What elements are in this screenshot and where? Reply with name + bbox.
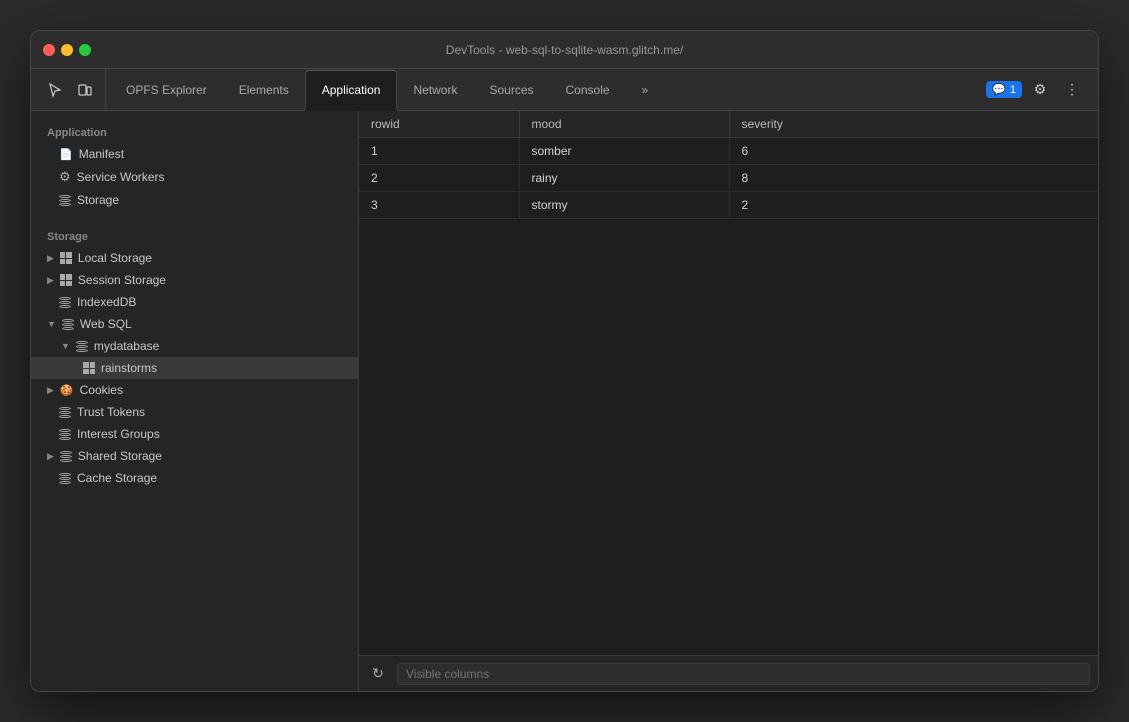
expand-arrow-mydatabase: ▼ xyxy=(61,341,70,351)
tab-elements[interactable]: Elements xyxy=(223,70,305,111)
toolbar: OPFS Explorer Elements Application Netwo… xyxy=(31,69,1098,111)
table-row[interactable]: 1somber6 xyxy=(359,138,1098,165)
db-icon xyxy=(60,451,72,462)
sidebar-item-indexeddb[interactable]: IndexedDB xyxy=(31,291,358,313)
sidebar-item-cookies[interactable]: ▶ 🍪 Cookies xyxy=(31,379,358,401)
minimize-button[interactable] xyxy=(61,44,73,56)
cell-rowid: 2 xyxy=(359,165,519,192)
refresh-button[interactable]: ↻ xyxy=(367,663,389,685)
gear-icon: ⚙ xyxy=(59,169,71,185)
bottom-bar: ↻ xyxy=(359,655,1098,691)
toolbar-tabs: OPFS Explorer Elements Application Netwo… xyxy=(110,69,978,110)
main-content: Application 📄 Manifest ⚙ Service Workers… xyxy=(31,111,1098,691)
expand-arrow-local-storage: ▶ xyxy=(47,253,54,264)
tab-opfs-explorer[interactable]: OPFS Explorer xyxy=(110,70,223,111)
db-icon xyxy=(59,473,71,484)
db-icon xyxy=(59,429,71,440)
sidebar-item-storage[interactable]: Storage xyxy=(31,189,358,211)
close-button[interactable] xyxy=(43,44,55,56)
table-icon xyxy=(60,274,72,286)
cookie-icon: 🍪 xyxy=(60,384,74,397)
refresh-icon: ↻ xyxy=(372,665,384,682)
cell-mood: rainy xyxy=(519,165,729,192)
table-icon xyxy=(60,252,72,264)
tab-application[interactable]: Application xyxy=(305,70,398,111)
gear-icon: ⚙ xyxy=(1034,81,1047,98)
sidebar-item-web-sql[interactable]: ▼ Web SQL xyxy=(31,313,358,335)
cell-severity: 8 xyxy=(729,165,1098,192)
cell-rowid: 3 xyxy=(359,192,519,219)
devtools-window: DevTools - web-sql-to-sqlite-wasm.glitch… xyxy=(30,30,1099,692)
right-panel: rowid mood severity 1somber62rainy83stor… xyxy=(359,111,1098,691)
sidebar: Application 📄 Manifest ⚙ Service Workers… xyxy=(31,111,359,691)
toolbar-left-icons xyxy=(35,69,106,110)
titlebar: DevTools - web-sql-to-sqlite-wasm.glitch… xyxy=(31,31,1098,69)
tab-more[interactable]: » xyxy=(626,70,665,111)
cell-severity: 2 xyxy=(729,192,1098,219)
db-icon xyxy=(59,297,71,308)
db-icon xyxy=(59,407,71,418)
expand-arrow-web-sql: ▼ xyxy=(47,319,56,329)
cursor-icon xyxy=(47,82,63,98)
device-toolbar-button[interactable] xyxy=(71,76,99,104)
sidebar-item-manifest[interactable]: 📄 Manifest xyxy=(31,143,358,165)
table-header-row: rowid mood severity xyxy=(359,111,1098,138)
data-table-container[interactable]: rowid mood severity 1somber62rainy83stor… xyxy=(359,111,1098,655)
expand-arrow-session-storage: ▶ xyxy=(47,275,54,286)
db-icon xyxy=(62,319,74,330)
maximize-button[interactable] xyxy=(79,44,91,56)
sidebar-item-mydatabase[interactable]: ▼ mydatabase xyxy=(31,335,358,357)
notification-badge[interactable]: 💬 1 xyxy=(986,81,1022,98)
db-icon xyxy=(59,195,71,206)
sidebar-item-rainstorms[interactable]: rainstorms xyxy=(31,357,358,379)
db-icon xyxy=(76,341,88,352)
cell-mood: somber xyxy=(519,138,729,165)
chat-icon: 💬 xyxy=(992,83,1006,96)
traffic-lights xyxy=(43,44,91,56)
sidebar-item-interest-groups[interactable]: Interest Groups xyxy=(31,423,358,445)
expand-arrow-shared-storage: ▶ xyxy=(47,451,54,462)
table-icon xyxy=(83,362,95,374)
toolbar-right: 💬 1 ⚙ ⋮ xyxy=(978,69,1094,110)
inspect-element-button[interactable] xyxy=(41,76,69,104)
table-row[interactable]: 2rainy8 xyxy=(359,165,1098,192)
sidebar-item-service-workers[interactable]: ⚙ Service Workers xyxy=(31,165,358,189)
expand-arrow-cookies: ▶ xyxy=(47,385,54,396)
tab-console[interactable]: Console xyxy=(550,70,626,111)
column-header-rowid[interactable]: rowid xyxy=(359,111,519,138)
visible-columns-input[interactable] xyxy=(397,663,1090,685)
sidebar-item-session-storage[interactable]: ▶ Session Storage xyxy=(31,269,358,291)
column-header-mood[interactable]: mood xyxy=(519,111,729,138)
table-row[interactable]: 3stormy2 xyxy=(359,192,1098,219)
column-header-severity[interactable]: severity xyxy=(729,111,1098,138)
tab-network[interactable]: Network xyxy=(397,70,473,111)
cell-mood: stormy xyxy=(519,192,729,219)
device-icon xyxy=(77,82,93,98)
ellipsis-icon: ⋮ xyxy=(1065,81,1079,98)
sidebar-item-trust-tokens[interactable]: Trust Tokens xyxy=(31,401,358,423)
settings-button[interactable]: ⚙ xyxy=(1026,76,1054,104)
sidebar-item-local-storage[interactable]: ▶ Local Storage xyxy=(31,247,358,269)
sidebar-item-shared-storage[interactable]: ▶ Shared Storage xyxy=(31,445,358,467)
page-icon: 📄 xyxy=(59,148,73,161)
sidebar-item-cache-storage[interactable]: Cache Storage xyxy=(31,467,358,489)
cell-severity: 6 xyxy=(729,138,1098,165)
window-title: DevTools - web-sql-to-sqlite-wasm.glitch… xyxy=(446,43,683,57)
application-section-title: Application xyxy=(31,119,358,143)
tab-sources[interactable]: Sources xyxy=(473,70,549,111)
cell-rowid: 1 xyxy=(359,138,519,165)
data-table: rowid mood severity 1somber62rainy83stor… xyxy=(359,111,1098,219)
more-options-button[interactable]: ⋮ xyxy=(1058,76,1086,104)
storage-section-title: Storage xyxy=(31,223,358,247)
